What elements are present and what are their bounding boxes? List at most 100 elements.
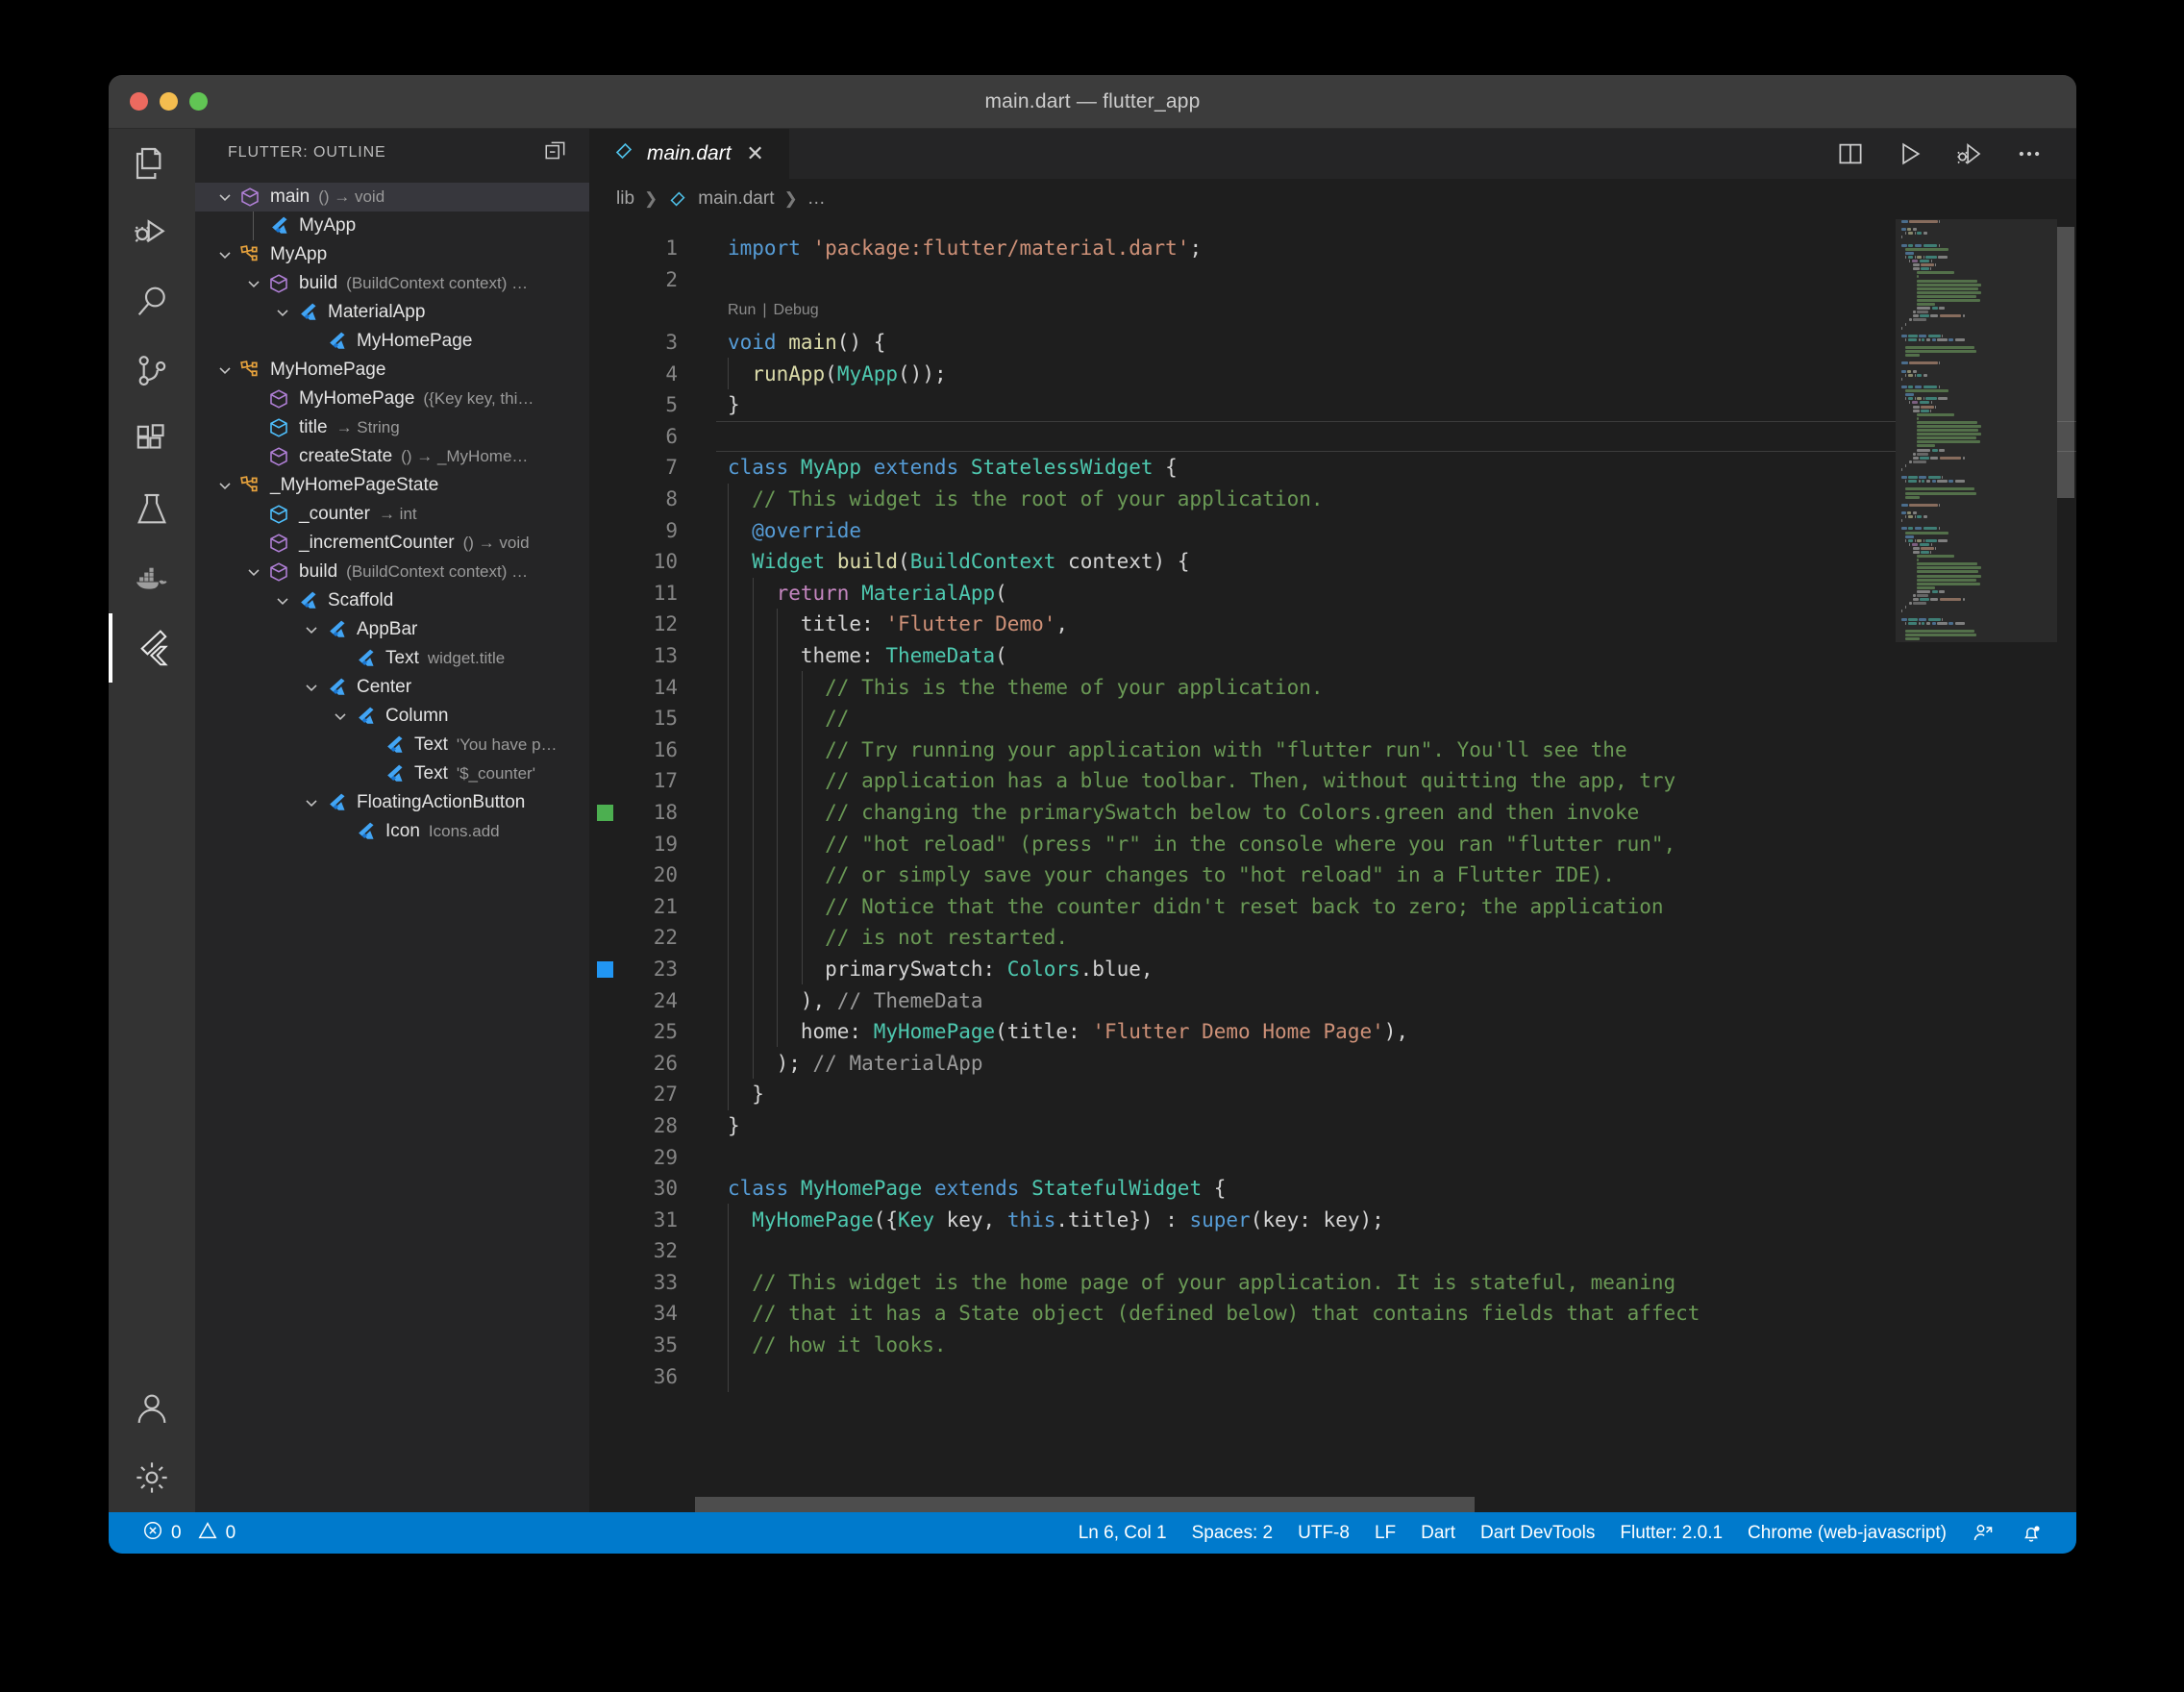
status-flutter-version[interactable]: Flutter: 2.0.1 [1607,1512,1735,1554]
chevron-down-icon[interactable] [270,303,295,322]
line-number[interactable]: 35 [589,1330,695,1361]
outline-item--incrementcounter[interactable]: _incrementCounter () → void [195,529,589,558]
line-number[interactable]: 1 [589,233,695,264]
outline-item-myhomepage[interactable]: MyHomePage [195,327,589,356]
outline-item-myapp[interactable]: MyApp [195,212,589,240]
accounts-button[interactable] [109,1374,195,1443]
codelens-run-debug[interactable]: Run | Debug [716,295,2076,327]
outline-item-column[interactable]: Column [195,702,589,731]
breadcrumb[interactable]: lib ❯ main.dart ❯ … [589,179,2076,219]
sidebar-item-source-control[interactable] [109,336,195,406]
code-line[interactable]: title: 'Flutter Demo', [716,609,2076,640]
code-line[interactable]: ), // ThemeData [716,984,2076,1016]
code-line[interactable]: // This is the theme of your application… [716,671,2076,703]
tab-main-dart[interactable]: main.dart ✕ [589,129,790,179]
line-number[interactable]: 15 [589,703,695,734]
code-content[interactable]: import 'package:flutter/material.dart'; R… [716,219,2076,1512]
code-line[interactable] [716,1235,2076,1267]
line-number[interactable]: 26 [589,1047,695,1079]
code-line[interactable]: } [716,389,2076,421]
breadcrumb-item-symbol[interactable]: … [807,188,826,210]
sidebar-item-flutter[interactable] [109,613,195,683]
horizontal-scrollbar[interactable] [695,1497,1894,1512]
status-device-selector[interactable]: Chrome (web-javascript) [1735,1512,1959,1554]
close-icon[interactable]: ✕ [743,141,768,166]
code-line[interactable]: import 'package:flutter/material.dart'; [716,233,2076,264]
outline-item--counter[interactable]: _counter → int [195,500,589,529]
chevron-down-icon[interactable] [299,678,324,697]
code-line[interactable]: home: MyHomePage (title: 'Flutter Demo Ho… [716,1015,2076,1048]
scrollbar-thumb[interactable] [695,1497,1475,1512]
breadcrumb-item-lib[interactable]: lib [616,188,634,210]
line-number[interactable]: 28 [589,1110,695,1142]
code-line[interactable] [716,264,2076,296]
code-line[interactable]: return MaterialApp( [716,577,2076,610]
chevron-down-icon[interactable] [299,620,324,639]
line-number-gutter[interactable]: 1 2 3 4 5 6 7 8 9 10 11 12 13 14 15 16 17 18 19 20 21 22 23 24 2… [589,219,695,1512]
line-number[interactable]: 13 [589,640,695,672]
line-number[interactable]: 6 [589,421,695,453]
sidebar-item-testing[interactable] [109,475,195,544]
line-number[interactable]: 16 [589,734,695,766]
code-line[interactable] [716,1360,2076,1392]
ellipsis-icon[interactable] [2015,139,2044,168]
code-line[interactable] [716,420,2076,453]
code-line[interactable]: ); // MaterialApp [716,1047,2076,1080]
code-line[interactable]: // how it looks. [716,1329,2076,1361]
code-line[interactable]: MyHomePage({Key key, this .title}) : supe… [716,1204,2076,1235]
outline-item-myhomepage[interactable]: MyHomePage ({Key key, thi… [195,385,589,413]
code-line[interactable]: // This widget is the home page of your … [716,1266,2076,1299]
line-number[interactable]: 32 [589,1235,695,1267]
code-line[interactable]: void main() { [716,327,2076,359]
line-number[interactable]: 34 [589,1298,695,1330]
line-number[interactable]: 19 [589,828,695,859]
outline-item-createstate[interactable]: createState () → _MyHome… [195,442,589,471]
code-line[interactable]: // changing the primarySwatch below to C… [716,796,2076,829]
outline-item-build[interactable]: build (BuildContext context) … [195,558,589,586]
chevron-down-icon[interactable] [212,476,237,495]
line-number[interactable]: 33 [589,1267,695,1299]
chevron-down-icon[interactable] [241,562,266,582]
outline-item-center[interactable]: Center [195,673,589,702]
minimap-slider[interactable] [1896,219,2057,642]
maximize-window-button[interactable] [189,92,208,111]
line-number[interactable]: 8 [589,484,695,515]
status-language-mode[interactable]: Dart [1408,1512,1468,1554]
code-line[interactable]: @override [716,514,2076,546]
git-change-marker[interactable] [597,961,613,978]
collapse-all-icon[interactable] [543,138,568,168]
line-number[interactable]: 17 [589,765,695,797]
line-number[interactable]: 30 [589,1173,695,1205]
code-line[interactable]: class MyApp extends StatelessWidget { [716,452,2076,484]
line-number[interactable]: 10 [589,546,695,578]
line-number[interactable]: 29 [589,1141,695,1173]
outline-item-materialapp[interactable]: MaterialApp [195,298,589,327]
code-line[interactable]: // Notice that the counter didn't reset … [716,890,2076,923]
chevron-down-icon[interactable] [241,274,266,293]
status-dart-devtools[interactable]: Dart DevTools [1468,1512,1607,1554]
vertical-scrollbar[interactable] [2057,219,2074,1512]
sidebar-item-search[interactable] [109,267,195,336]
outline-item-build[interactable]: build (BuildContext context) … [195,269,589,298]
minimize-window-button[interactable] [160,92,178,111]
line-number[interactable]: 4 [589,358,695,389]
bell-dot-icon[interactable] [2007,1512,2055,1554]
code-line[interactable]: theme: ThemeData( [716,639,2076,672]
chevron-down-icon[interactable] [299,793,324,812]
line-number[interactable]: 7 [589,452,695,484]
split-editor-icon[interactable] [1836,139,1865,168]
line-number[interactable]: 12 [589,609,695,640]
code-line[interactable]: primarySwatch: Colors .blue, [716,953,2076,985]
outline-item-title[interactable]: title → String [195,413,589,442]
code-line[interactable]: // that it has a State object (defined b… [716,1298,2076,1330]
code-editor[interactable]: 1 2 3 4 5 6 7 8 9 10 11 12 13 14 15 16 17 18 19 20 21 22 23 24 2… [589,219,2076,1512]
fold-gutter[interactable] [695,219,716,1512]
outline-item-appbar[interactable]: AppBar [195,615,589,644]
sidebar-item-extensions[interactable] [109,406,195,475]
sidebar-item-run-and-debug[interactable] [109,198,195,267]
manage-settings-button[interactable] [109,1443,195,1512]
code-line[interactable]: class MyHomePage extends StatefulWidget … [716,1173,2076,1205]
close-window-button[interactable] [130,92,148,111]
code-line[interactable] [716,1141,2076,1173]
line-number[interactable]: 31 [589,1204,695,1235]
